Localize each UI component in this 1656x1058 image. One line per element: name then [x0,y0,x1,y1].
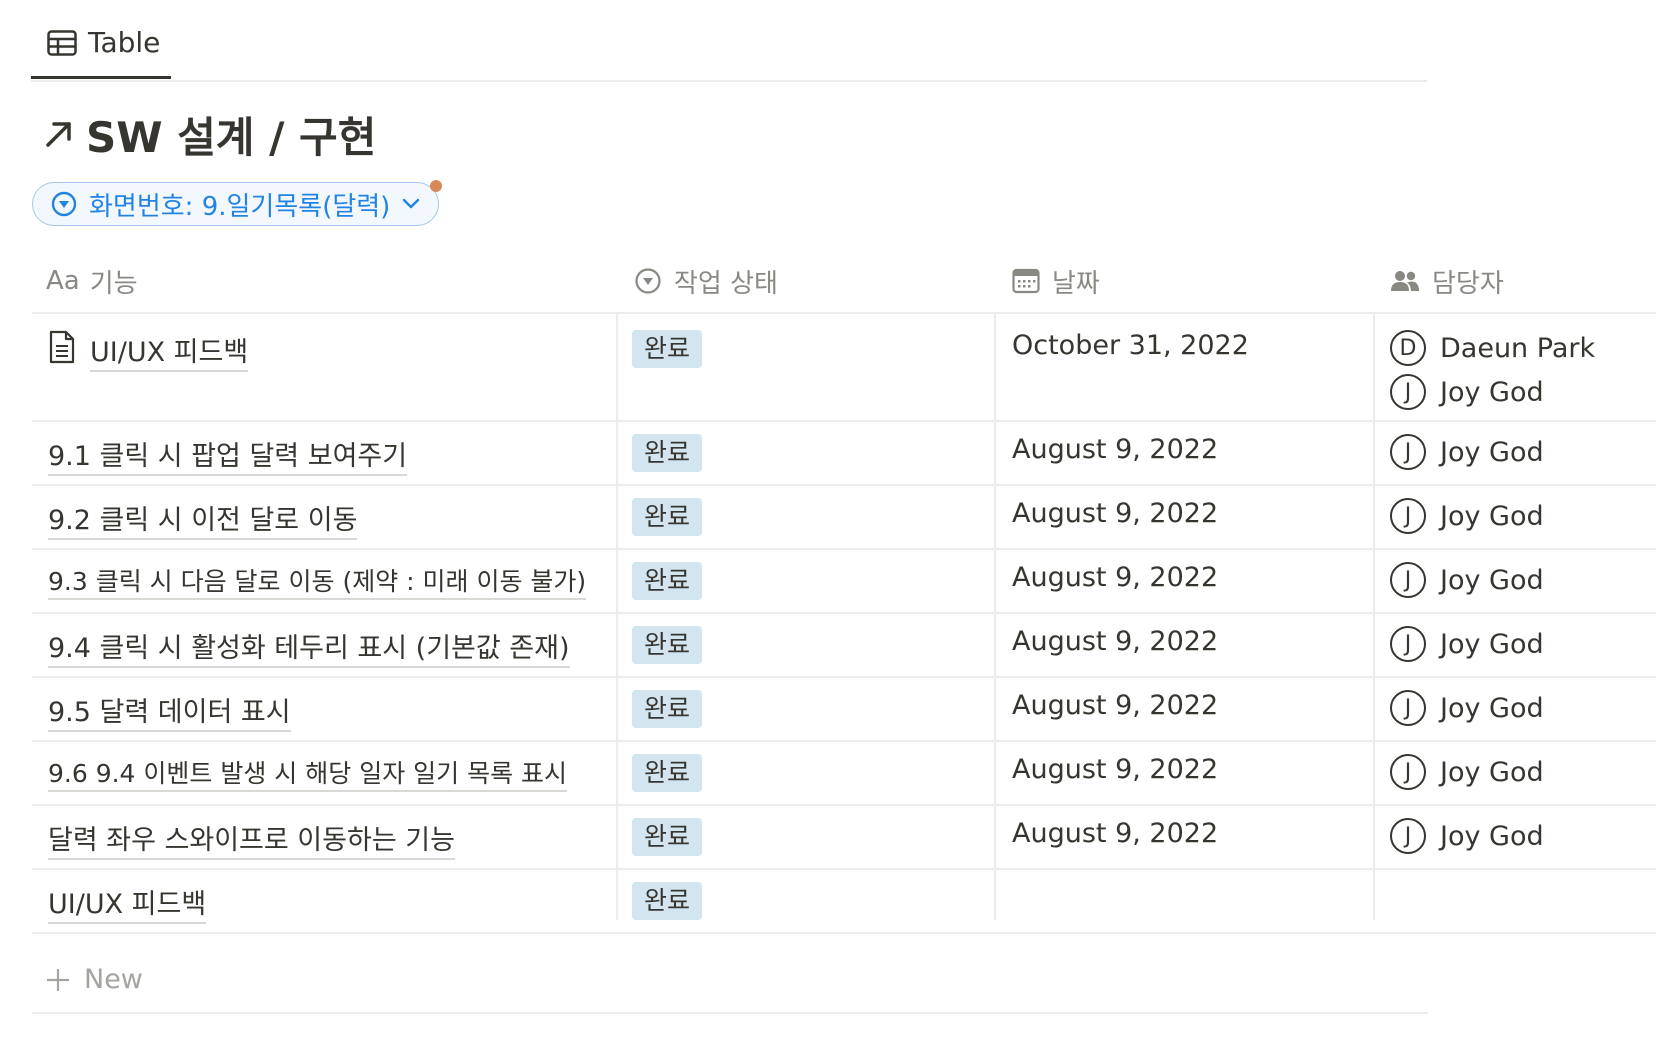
row-name[interactable]: UI/UX 피드백 [48,882,207,924]
add-new-row-button[interactable]: New [32,946,1428,1014]
assignee[interactable]: J Joy God [1390,496,1544,536]
assignee[interactable]: J Joy God [1390,432,1544,472]
column-header-assignee[interactable]: 담당자 [1390,250,1504,312]
assignee-name: Joy God [1440,628,1544,660]
status-tag[interactable]: 완료 [632,818,703,856]
title-property-icon: Aa [46,266,80,296]
table-row[interactable]: UI/UX 피드백 완료 [32,870,1656,934]
row-name[interactable]: UI/UX 피드백 [90,330,249,372]
avatar: J [1390,562,1426,598]
status-tag[interactable]: 완료 [632,434,703,472]
people-icon [1391,271,1419,291]
column-label: 담당자 [1432,268,1504,299]
avatar: J [1390,818,1426,854]
assignee-name: Joy God [1440,436,1544,468]
assignee[interactable]: J Joy God [1390,560,1544,600]
assignee-name: Joy God [1440,500,1544,532]
avatar: J [1390,626,1426,662]
row-date[interactable]: August 9, 2022 [1012,754,1218,785]
avatar: J [1390,690,1426,726]
page-icon [49,330,75,364]
assignee-name: Joy God [1440,756,1544,788]
row-date[interactable]: August 9, 2022 [1012,498,1218,529]
column-label: 작업 상태 [674,268,778,299]
view-tab-label: Table [88,26,161,59]
row-name[interactable]: 9.2 클릭 시 이전 달로 이동 [48,498,358,540]
filter-label: 화면번호: 9.일기목록(달력) [89,191,391,222]
tab-divider [31,80,1427,82]
row-date[interactable]: October 31, 2022 [1012,330,1249,361]
column-header-status[interactable]: 작업 상태 [634,250,778,312]
row-date[interactable]: August 9, 2022 [1012,690,1218,721]
row-name[interactable]: 9.5 달력 데이터 표시 [48,690,291,732]
row-date[interactable]: August 9, 2022 [1012,434,1218,465]
status-tag[interactable]: 완료 [632,626,703,664]
filter-active-dot [430,180,442,192]
assignee-name: Joy God [1440,564,1544,596]
row-name[interactable]: 9.6 9.4 이벤트 발생 시 해당 일자 일기 목록 표시 [48,754,568,792]
filter-chip[interactable]: 화면번호: 9.일기목록(달력) [32,182,440,226]
assignee-name: Joy God [1440,376,1544,408]
new-row-label: New [84,964,143,995]
table-header: Aa 기능 작업 상태 날짜 담당자 [32,250,1656,314]
table-row[interactable]: 9.3 클릭 시 다음 달로 이동 (제약 : 미래 이동 불가) 완료 Aug… [32,550,1656,614]
row-name[interactable]: 9.4 클릭 시 활성화 테두리 표시 (기본값 존재) [48,626,570,668]
table-icon [47,30,77,56]
table-row[interactable]: 9.6 9.4 이벤트 발생 시 해당 일자 일기 목록 표시 완료 Augus… [32,742,1656,806]
column-label: 기능 [89,268,138,299]
status-tag[interactable]: 완료 [632,690,703,728]
assignee-name: Joy God [1440,692,1544,724]
assignee[interactable]: J Joy God [1390,816,1544,856]
assignee[interactable]: J Joy God [1390,624,1544,664]
table-row[interactable]: 달력 좌우 스와이프로 이동하는 기능 완료 August 9, 2022 J … [32,806,1656,870]
page-title-text: SW 설계 / 구현 [86,112,377,162]
assignee[interactable]: D Daeun Park [1390,328,1595,368]
table-row[interactable]: 9.1 클릭 시 팝업 달력 보여주기 완료 August 9, 2022 J … [32,422,1656,486]
assignee[interactable]: J Joy God [1390,752,1544,792]
table-row[interactable]: UI/UX 피드백 완료 October 31, 2022 D Daeun Pa… [32,314,1656,422]
plus-icon [47,969,69,991]
column-label: 날짜 [1052,268,1100,299]
arrow-up-right-icon [46,122,71,147]
assignee-name: Joy God [1440,820,1544,852]
assignee-name: Daeun Park [1440,332,1596,364]
status-tag[interactable]: 완료 [632,330,703,368]
row-name[interactable]: 9.3 클릭 시 다음 달로 이동 (제약 : 미래 이동 불가) [48,562,587,600]
chevron-down-icon [403,198,420,209]
status-tag[interactable]: 완료 [632,562,703,600]
avatar: J [1390,374,1426,410]
status-tag[interactable]: 완료 [632,882,703,920]
row-name[interactable]: 달력 좌우 스와이프로 이동하는 기능 [48,818,455,860]
table-row[interactable]: 9.5 달력 데이터 표시 완료 August 9, 2022 J Joy Go… [32,678,1656,742]
assignee[interactable]: J Joy God [1390,688,1544,728]
column-header-name[interactable]: Aa 기능 [46,250,138,312]
table-row[interactable]: 9.2 클릭 시 이전 달로 이동 완료 August 9, 2022 J Jo… [32,486,1656,550]
assignee[interactable]: J Joy God [1390,372,1544,412]
calendar-icon [1012,268,1040,294]
row-date[interactable]: August 9, 2022 [1012,626,1218,657]
status-property-icon [635,268,661,294]
table-row[interactable]: 9.4 클릭 시 활성화 테두리 표시 (기본값 존재) 완료 August 9… [32,614,1656,678]
active-tab-indicator [31,76,171,79]
row-date[interactable]: August 9, 2022 [1012,562,1218,593]
select-circle-icon [51,191,77,217]
avatar: J [1390,498,1426,534]
column-header-date[interactable]: 날짜 [1012,250,1100,312]
status-tag[interactable]: 완료 [632,754,703,792]
status-tag[interactable]: 완료 [632,498,703,536]
avatar: D [1390,330,1426,366]
page-title[interactable]: SW 설계 / 구현 [44,104,376,164]
row-name[interactable]: 9.1 클릭 시 팝업 달력 보여주기 [48,434,408,476]
avatar: J [1390,434,1426,470]
view-tab-table[interactable]: Table [31,0,171,82]
avatar: J [1390,754,1426,790]
row-date[interactable]: August 9, 2022 [1012,818,1218,849]
